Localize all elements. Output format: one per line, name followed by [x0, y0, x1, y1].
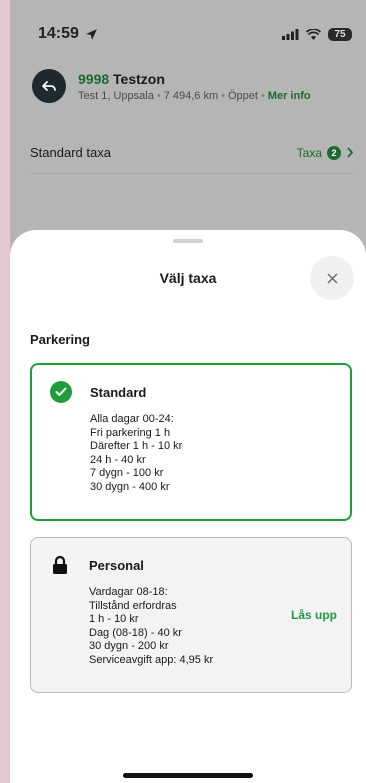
rate-name: Standard	[90, 384, 147, 400]
rates-count-badge: 2	[327, 145, 341, 160]
clock: 14:59	[38, 25, 79, 42]
zone-header: 9998 Testzon Test 1, Uppsala • 7 494,6 km •…	[32, 64, 360, 108]
rate-card-personal[interactable]: Personal Vardagar 08-18: Tillstånd erfor…	[30, 537, 352, 693]
zone-title: 9998 Testzon	[78, 71, 311, 87]
rate-line: 30 dygn - 400 kr	[90, 480, 170, 493]
unlock-button[interactable]: Lås upp	[291, 608, 337, 622]
card-header: Standard	[50, 381, 332, 403]
sheet-grabber[interactable]	[173, 239, 203, 243]
current-rate-row[interactable]: Standard taxa Taxa 2	[30, 132, 354, 174]
check-circle-icon	[50, 381, 72, 403]
rate-line: Dag (08-18) - 40 kr	[89, 626, 182, 639]
choose-rate-sheet: Välj taxa Parkering Standard Alla dagar …	[10, 230, 366, 783]
rate-details: Vardagar 08-18: Tillstånd erfordras 1 h …	[89, 586, 333, 667]
back-arrow-icon	[42, 81, 56, 91]
zone-info: 9998 Testzon Test 1, Uppsala • 7 494,6 km •…	[78, 71, 311, 102]
close-icon	[326, 272, 338, 284]
status-bar: 14:59 75	[10, 22, 366, 46]
chevron-right-icon	[347, 147, 354, 158]
zone-subtitle: Test 1, Uppsala • 7 494,6 km • Öppet • Mer inf…	[78, 90, 311, 102]
zone-state: Öppet	[227, 89, 258, 102]
close-button[interactable]	[310, 256, 354, 300]
rate-line: Serviceavgift app: 4,95 kr	[89, 653, 214, 666]
home-indicator[interactable]	[123, 773, 253, 778]
section-title: Parkering	[30, 332, 90, 347]
zone-name: Testzon	[113, 70, 165, 87]
rate-line: Fri parkering 1 h	[90, 426, 171, 439]
zone-distance: 7 494,6 km	[163, 89, 219, 102]
rate-details: Alla dagar 00-24: Fri parkering 1 h Däre…	[90, 413, 332, 494]
zone-location: Test 1, Uppsala	[78, 89, 154, 102]
wifi-icon	[306, 28, 321, 40]
card-header: Personal	[49, 554, 333, 576]
rate-card-standard[interactable]: Standard Alla dagar 00-24: Fri parkering…	[30, 363, 352, 521]
location-arrow-icon	[86, 28, 97, 40]
rate-name: Personal	[89, 557, 144, 573]
phone-screen: 14:59 75 9998 Testzon Test 1, Uppsala • …	[10, 0, 366, 783]
zone-code: 9998	[78, 70, 110, 87]
status-time: 14:59	[38, 25, 98, 43]
status-icons: 75	[282, 27, 352, 41]
rates-link-label: Taxa	[296, 145, 322, 160]
rate-line: Därefter 1 h - 10 kr	[90, 440, 183, 452]
more-info-link[interactable]: Mer info	[268, 90, 311, 102]
battery-icon: 75	[328, 27, 352, 41]
rates-link[interactable]: Taxa 2	[296, 145, 354, 160]
signal-icon	[282, 28, 299, 40]
rate-line: Vardagar 08-18:	[89, 586, 168, 598]
rate-line: 24 h - 40 kr	[90, 453, 146, 466]
rate-line: 7 dygn - 100 kr	[90, 467, 164, 479]
back-button[interactable]	[32, 69, 66, 103]
separator-dot: •	[260, 89, 265, 102]
lock-icon	[49, 554, 71, 576]
rate-line: Alla dagar 00-24:	[90, 413, 174, 425]
separator-dot: •	[156, 89, 161, 102]
rate-line: 30 dygn - 200 kr	[89, 640, 169, 652]
separator-dot: •	[221, 89, 225, 102]
current-rate-label: Standard taxa	[30, 145, 111, 160]
